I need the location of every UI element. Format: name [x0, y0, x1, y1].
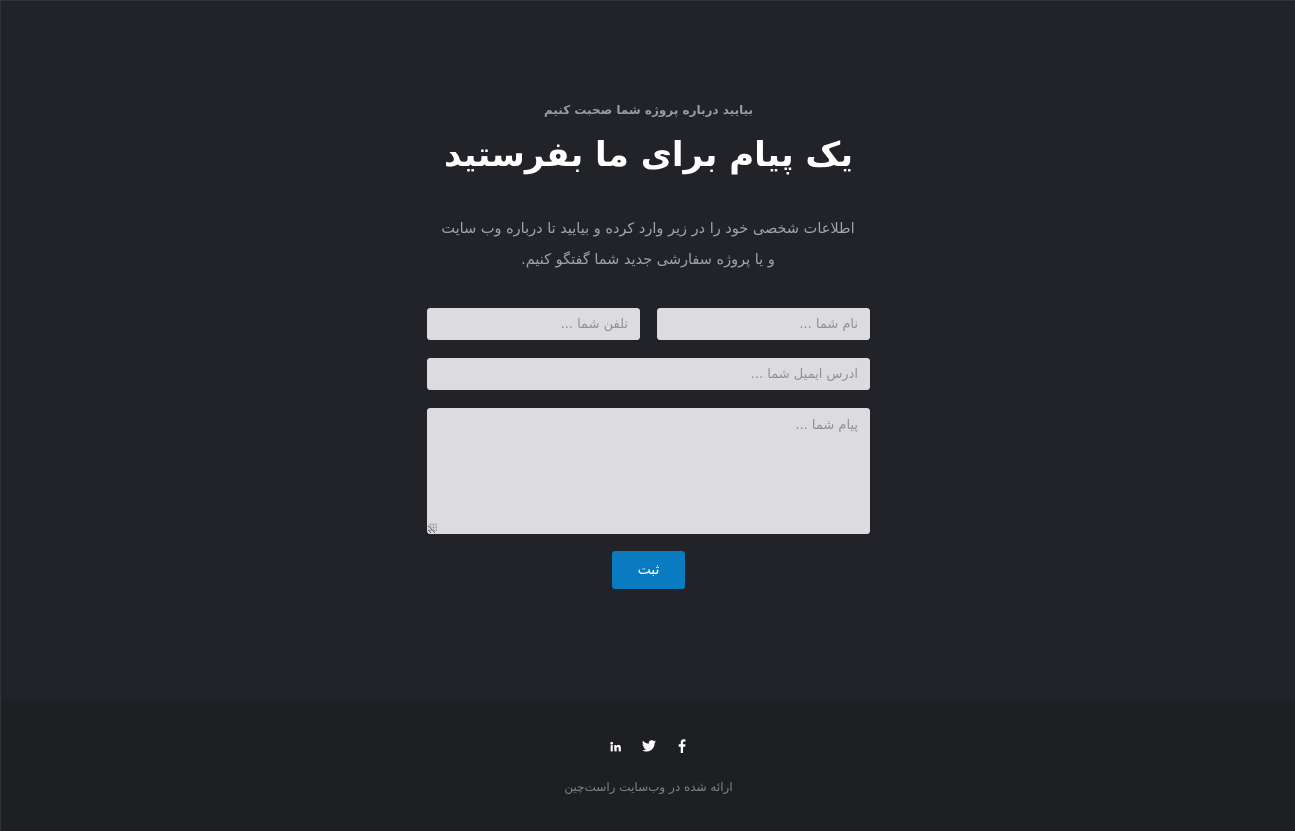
- message-textarea[interactable]: [427, 408, 870, 534]
- submit-button[interactable]: ثبت: [612, 551, 685, 589]
- twitter-icon[interactable]: [641, 738, 656, 754]
- site-footer: ارائه شده در وب‌سایت راست‌چین: [1, 701, 1295, 831]
- facebook-icon[interactable]: [675, 738, 689, 754]
- email-input[interactable]: [427, 358, 870, 390]
- copyright-text: ارائه شده در وب‌سایت راست‌چین: [564, 780, 733, 794]
- section-eyebrow: بیایید درباره پروژه شما صحبت کنیم: [543, 103, 753, 117]
- linkedin-icon[interactable]: [609, 738, 623, 754]
- lead-line-1: اطلاعات شخصی خود را در زیر وارد کرده و ب…: [441, 221, 855, 237]
- social-links: [1, 738, 1295, 754]
- name-input[interactable]: [657, 308, 870, 340]
- section-lead: اطلاعات شخصی خود را در زیر وارد کرده و ب…: [398, 214, 898, 276]
- contact-section: بیایید درباره پروژه شما صحبت کنیم یک پیا…: [1, 1, 1295, 701]
- resize-grip-icon[interactable]: [429, 523, 437, 531]
- lead-line-2: و یا پروژه سفارشی جدید شما گفتگو کنیم.: [521, 252, 775, 268]
- phone-input[interactable]: [427, 308, 640, 340]
- page-title: یک پیام برای ما بفرستید: [443, 135, 854, 175]
